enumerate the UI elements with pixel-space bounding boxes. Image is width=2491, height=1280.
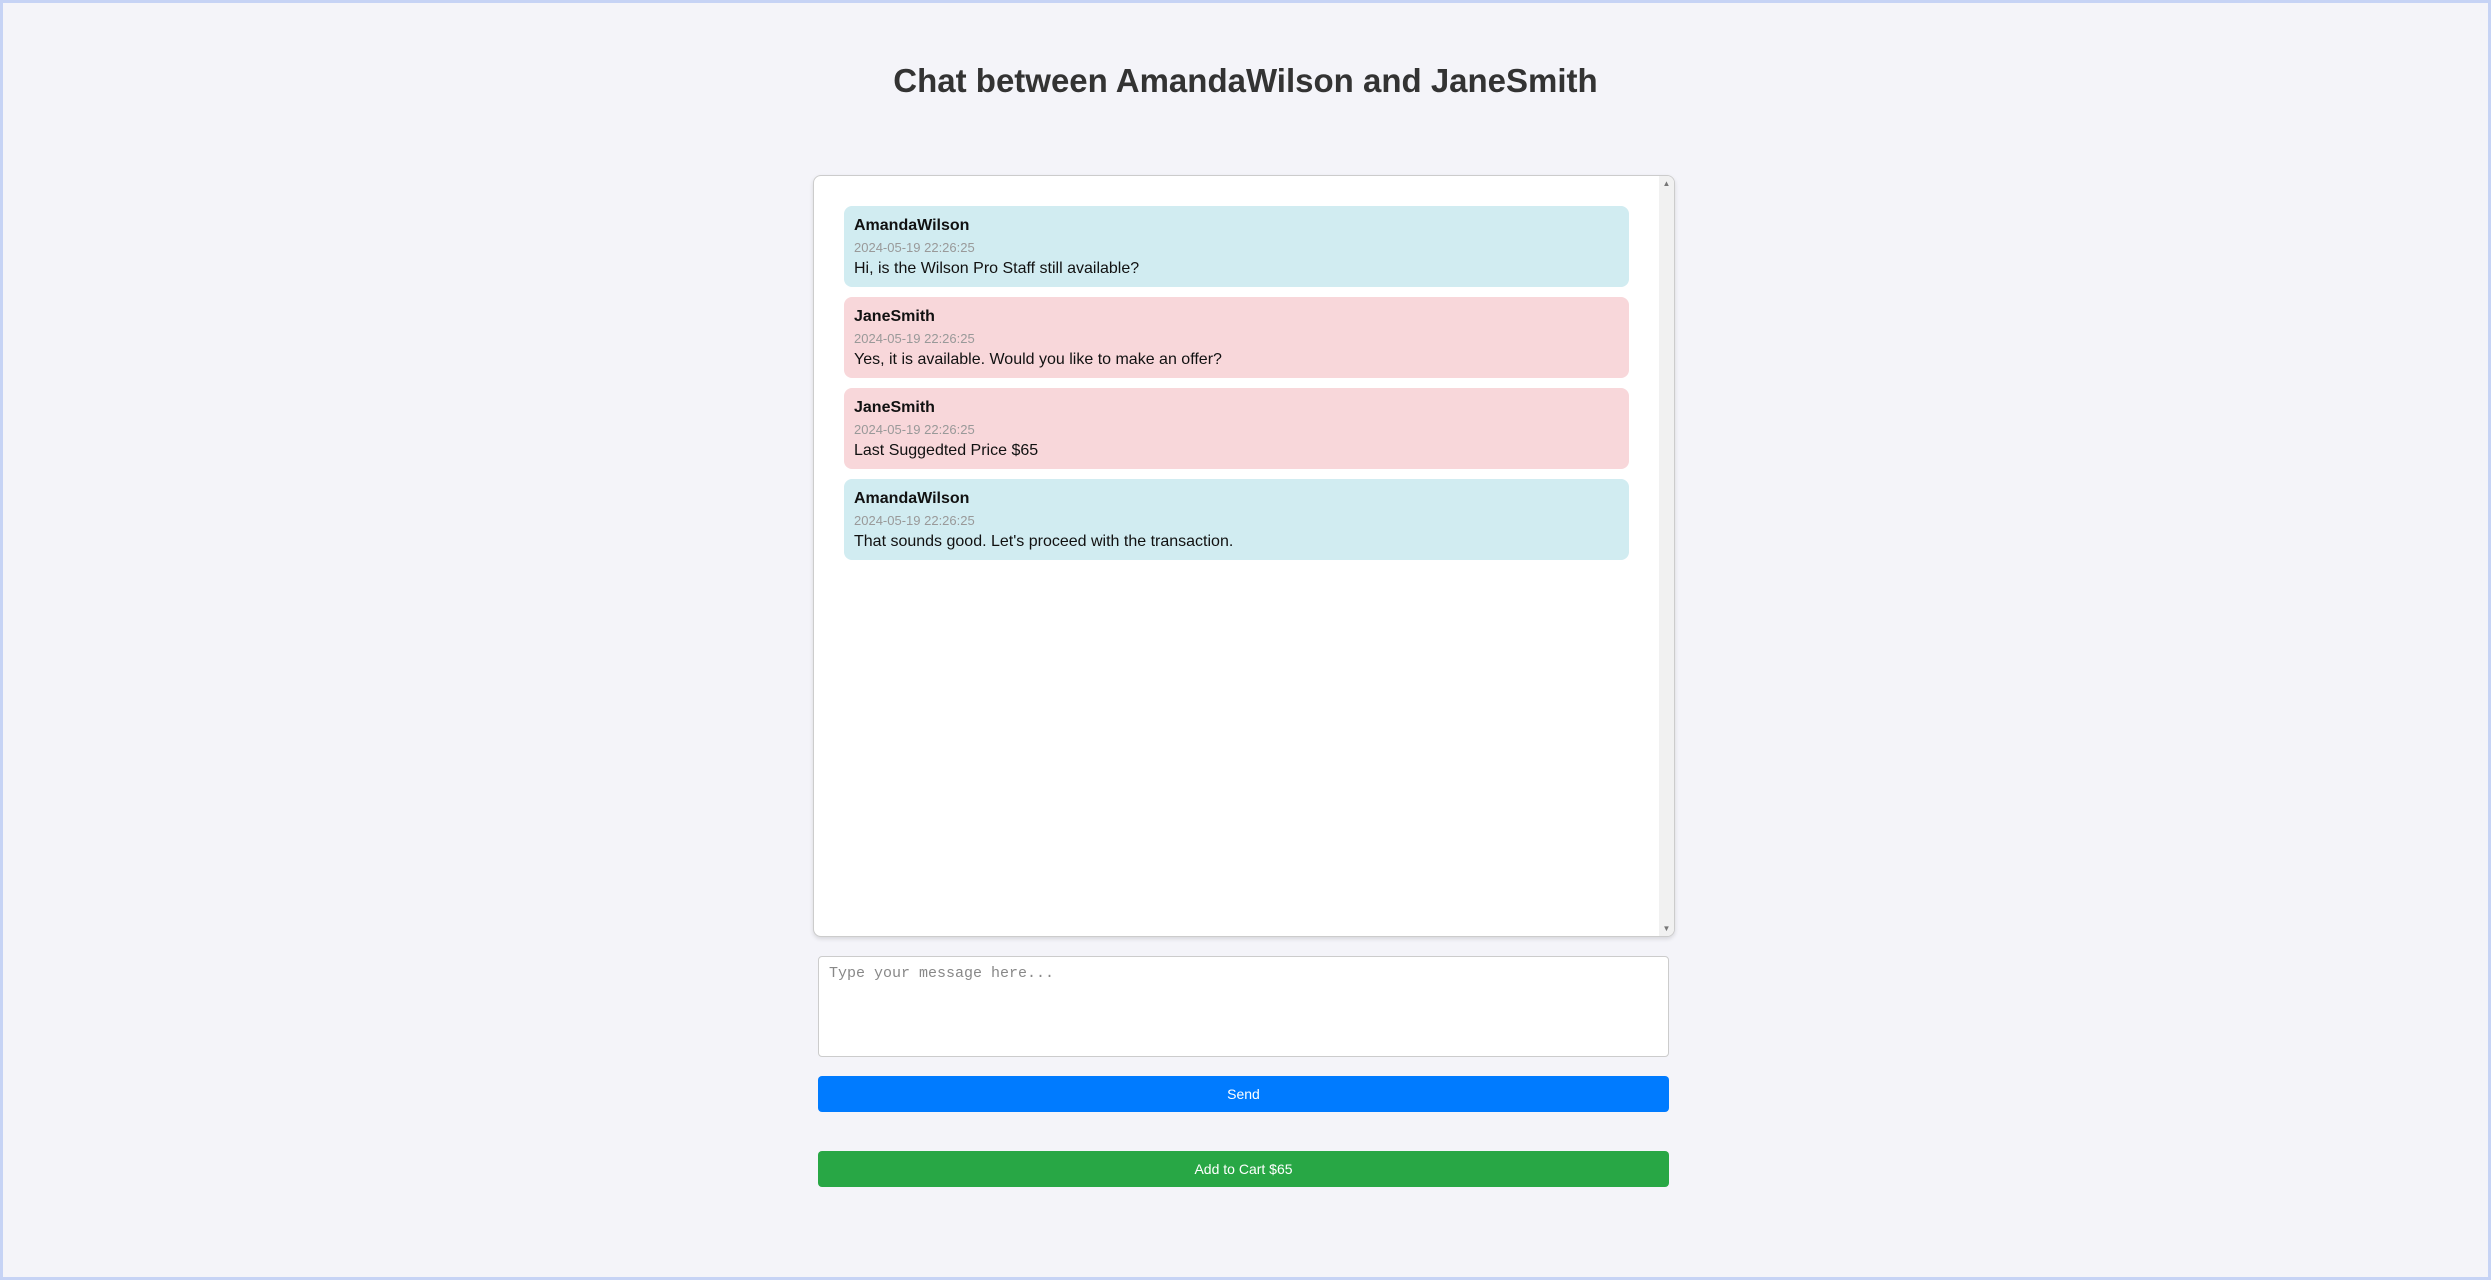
message-list: AmandaWilson 2024-05-19 22:26:25 Hi, is … — [844, 206, 1629, 570]
chat-box[interactable]: AmandaWilson 2024-05-19 22:26:25 Hi, is … — [813, 175, 1675, 937]
add-to-cart-button[interactable]: Add to Cart $65 — [818, 1151, 1669, 1187]
chat-scrollbar[interactable]: ▲ ▼ — [1659, 176, 1674, 936]
message-item: JaneSmith 2024-05-19 22:26:25 Last Sugge… — [844, 388, 1629, 469]
scroll-up-arrow-icon[interactable]: ▲ — [1659, 176, 1674, 191]
message-text: Hi, is the Wilson Pro Staff still availa… — [854, 260, 1140, 277]
message-sender: JaneSmith — [854, 399, 935, 416]
message-timestamp: 2024-05-19 22:26:25 — [854, 513, 975, 528]
message-sender: AmandaWilson — [854, 490, 970, 507]
page-title: Chat between AmandaWilson and JaneSmith — [893, 62, 1598, 99]
message-item: AmandaWilson 2024-05-19 22:26:25 That so… — [844, 479, 1629, 560]
send-button[interactable]: Send — [818, 1076, 1669, 1112]
message-timestamp: 2024-05-19 22:26:25 — [854, 331, 975, 346]
message-sender: AmandaWilson — [854, 217, 970, 234]
message-item: AmandaWilson 2024-05-19 22:26:25 Hi, is … — [844, 206, 1629, 287]
message-text: Last Suggedted Price $65 — [854, 442, 1039, 459]
message-text: That sounds good. Let's proceed with the… — [854, 533, 1234, 550]
message-text: Yes, it is available. Would you like to … — [854, 351, 1222, 368]
message-timestamp: 2024-05-19 22:26:25 — [854, 240, 975, 255]
message-item: JaneSmith 2024-05-19 22:26:25 Yes, it is… — [844, 297, 1629, 378]
scroll-down-arrow-icon[interactable]: ▼ — [1659, 921, 1674, 936]
message-timestamp: 2024-05-19 22:26:25 — [854, 422, 975, 437]
message-input[interactable] — [818, 956, 1669, 1057]
message-sender: JaneSmith — [854, 308, 935, 325]
